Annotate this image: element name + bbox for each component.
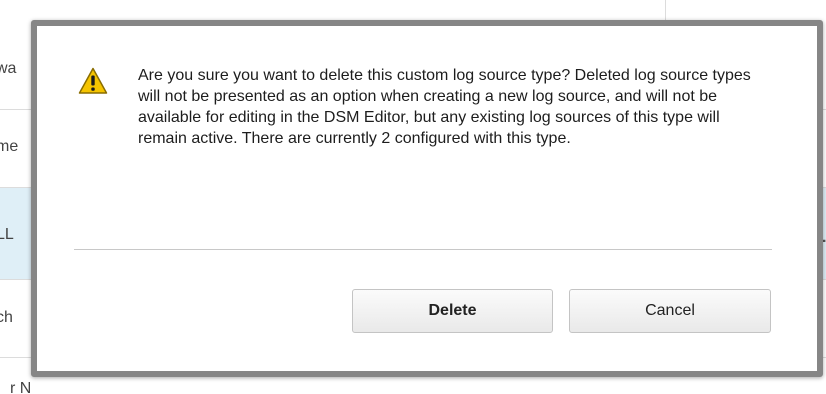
table-cell-fragment: ch [0,309,13,326]
table-cell-fragment: wa [0,60,17,77]
dialog-divider [74,249,772,250]
cancel-button[interactable]: Cancel [569,289,771,333]
table-cell-fragment: LL [0,226,14,243]
dialog-message: Are you sure you want to delete this cus… [138,67,751,147]
table-cell-fragment: me [0,138,19,155]
table-cell-fragment: r N [10,380,32,394]
page: wa me LL ch r N 1 Are you sure you want … [0,0,826,394]
confirm-delete-dialog: Are you sure you want to delete this cus… [31,20,823,377]
delete-button[interactable]: Delete [352,289,553,333]
warning-icon [78,67,108,94]
